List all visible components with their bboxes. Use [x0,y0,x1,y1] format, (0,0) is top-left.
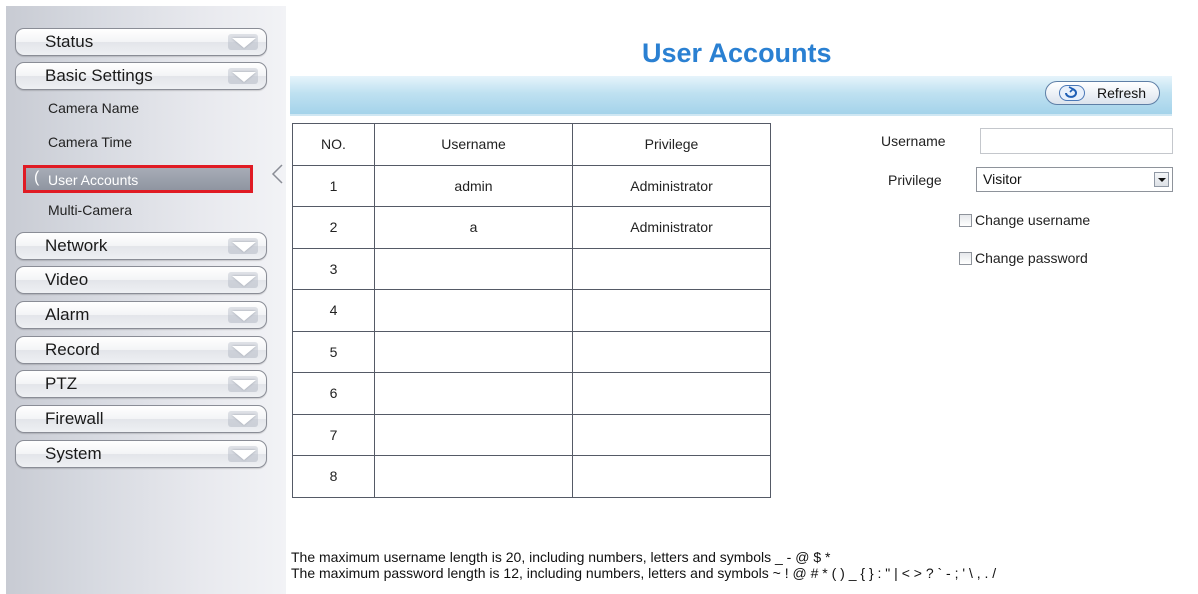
menu-label: Alarm [45,305,90,324]
chevron-down-icon [232,72,256,82]
cell-privilege [572,372,771,415]
change-password-checkbox[interactable] [959,252,972,265]
cell-privilege [572,330,771,373]
column-header-username: Username [374,123,573,166]
menu-ptz[interactable]: PTZ [15,370,267,398]
dropdown-arrow-icon[interactable] [1154,172,1169,187]
menu-label: Firewall [45,409,104,428]
cell-no: 3 [292,247,375,290]
cell-no: 1 [292,164,375,207]
cell-username [374,330,573,373]
refresh-button[interactable]: Refresh [1045,81,1160,105]
menu-firewall[interactable]: Firewall [15,405,267,433]
sidebar-item-label: User Accounts [48,172,139,188]
cell-no: 6 [292,372,375,415]
menu-label: Status [45,32,94,51]
table-row[interactable]: 1 admin Administrator [292,164,771,207]
sidebar-item-multi-camera[interactable]: Multi-Camera [48,202,132,218]
menu-label: PTZ [45,374,78,393]
table-row[interactable]: 4 [292,289,771,332]
column-header-privilege: Privilege [572,123,771,166]
cell-privilege [572,247,771,290]
pointer-icon [271,164,283,184]
table-header-row: NO. Username Privilege [292,123,771,166]
menu-video[interactable]: Video [15,266,267,294]
length-notes: The maximum username length is 20, inclu… [291,549,996,581]
cell-no: 8 [292,455,375,498]
sidebar-item-camera-name[interactable]: Camera Name [48,100,139,116]
cell-privilege: Administrator [572,164,771,207]
cell-no: 7 [292,413,375,456]
chevron-down-icon [232,276,256,286]
sidebar-nav: Status Basic Settings Camera Name Camera… [6,6,286,594]
change-password-option[interactable]: Change password [959,250,1088,266]
table-row[interactable]: 6 [292,372,771,415]
active-indicator-icon: ( [34,169,40,186]
table-row[interactable]: 5 [292,330,771,373]
cell-username [374,289,573,332]
chevron-down-icon [232,346,256,356]
menu-label: Video [45,270,89,289]
cell-username: admin [374,164,573,207]
username-label: Username [881,133,946,149]
cell-no: 5 [292,330,375,373]
column-header-no: NO. [292,123,375,166]
refresh-label: Refresh [1097,85,1147,101]
menu-status[interactable]: Status [15,28,267,56]
menu-record[interactable]: Record [15,336,267,364]
sidebar-item-user-accounts[interactable]: ( User Accounts [23,165,253,193]
cell-username [374,413,573,456]
cell-privilege [572,413,771,456]
table-row[interactable]: 7 [292,413,771,456]
chevron-down-icon [232,311,256,321]
toolbar: Refresh [290,76,1172,116]
chevron-down-icon [232,415,256,425]
table-row[interactable]: 8 [292,455,771,498]
cell-privilege [572,289,771,332]
table-row[interactable]: 3 [292,247,771,290]
menu-label: System [45,444,102,463]
user-accounts-table: NO. Username Privilege 1 admin Administr… [292,123,771,498]
change-username-label: Change username [975,212,1091,228]
menu-label: Network [45,236,108,255]
password-length-note: The maximum password length is 12, inclu… [291,565,997,581]
cell-no: 2 [292,206,375,249]
menu-alarm[interactable]: Alarm [15,301,267,329]
menu-label: Record [45,340,100,359]
menu-basic-settings[interactable]: Basic Settings [15,62,267,90]
change-username-checkbox[interactable] [959,214,972,227]
menu-label: Basic Settings [45,66,153,85]
privilege-select[interactable]: Visitor [976,167,1173,192]
username-length-note: The maximum username length is 20, inclu… [291,549,831,565]
cell-username [374,247,573,290]
cell-username [374,372,573,415]
menu-network[interactable]: Network [15,232,267,260]
chevron-down-icon [232,450,256,460]
cell-no: 4 [292,289,375,332]
username-field[interactable] [980,128,1173,154]
cell-privilege [572,455,771,498]
cell-privilege: Administrator [572,206,771,249]
change-password-label: Change password [975,250,1088,266]
privilege-label: Privilege [888,172,942,188]
change-username-option[interactable]: Change username [959,212,1090,228]
privilege-selected-value: Visitor [983,171,1022,187]
page-title: User Accounts [642,38,832,68]
chevron-down-icon [232,38,256,48]
cell-username: a [374,206,573,249]
refresh-icon [1059,85,1085,101]
chevron-down-icon [232,242,256,252]
chevron-down-icon [232,380,256,390]
cell-username [374,455,573,498]
menu-system[interactable]: System [15,440,267,468]
sidebar-item-camera-time[interactable]: Camera Time [48,134,132,150]
table-row[interactable]: 2 a Administrator [292,206,771,249]
